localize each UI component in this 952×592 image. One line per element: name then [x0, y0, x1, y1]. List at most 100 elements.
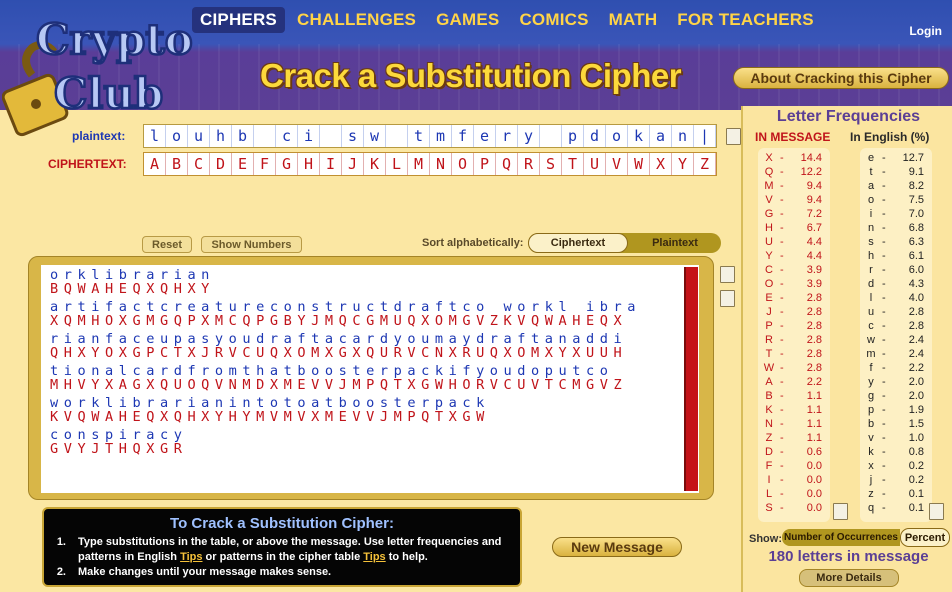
plaintext-cell[interactable]: k [628, 125, 650, 147]
plaintext-cell[interactable]: p [562, 125, 584, 147]
crypto-club-logo[interactable]: Crypto Club [2, 0, 202, 138]
frequency-letter: T [765, 348, 773, 360]
ciphertext-cell: C [188, 153, 210, 175]
frequency-row: V -9.4 [758, 193, 830, 207]
frequency-letter: k [868, 446, 874, 458]
plaintext-cell[interactable]: w [364, 125, 386, 147]
plaintext-cell[interactable]: m [430, 125, 452, 147]
plaintext-cell[interactable] [320, 125, 342, 147]
sort-toggle: Ciphertext Plaintext [528, 233, 721, 253]
nav-item-math[interactable]: MATH [601, 7, 666, 33]
frequency-row: A -2.2 [758, 375, 830, 389]
frequency-letter: B [765, 390, 773, 402]
frequency-row: J -2.8 [758, 305, 830, 319]
plaintext-cell[interactable]: d [584, 125, 606, 147]
frequency-letter: Y [765, 250, 773, 262]
frequency-value: 4.3 [908, 278, 924, 290]
plaintext-cell[interactable]: f [452, 125, 474, 147]
frequency-value: 12.7 [902, 152, 924, 164]
tips-link-cipher-table[interactable]: Tips [363, 551, 385, 563]
tips-link-english[interactable]: Tips [180, 551, 202, 563]
login-link[interactable]: Login [909, 24, 942, 38]
instruction-step-2: 2. Make changes until your message makes… [56, 565, 508, 580]
copy-english-freq-icon[interactable] [929, 503, 944, 520]
plaintext-cell[interactable]: c [276, 125, 298, 147]
nav-item-ciphers[interactable]: CIPHERS [192, 7, 285, 33]
message-scrollbar[interactable] [684, 267, 698, 491]
plaintext-cell[interactable]: | [694, 125, 716, 147]
frequency-letter: D [765, 446, 773, 458]
frequency-letter: O [764, 278, 774, 290]
show-percent-button[interactable]: Percent [900, 528, 950, 547]
frequency-row: D -0.6 [758, 445, 830, 459]
message-area[interactable]: orklibrarian BQWAHEQXQHXY artifactcreature… [41, 265, 699, 493]
frequency-letter: K [765, 404, 773, 416]
nav-item-comics[interactable]: COMICS [511, 7, 596, 33]
instruction-step-1: 1. Type substitutions in the table, or a… [56, 535, 508, 565]
frequency-letter: U [765, 236, 773, 248]
ciphertext-cell: D [210, 153, 232, 175]
frequency-value: 6.7 [806, 222, 822, 234]
plaintext-cell[interactable]: r [496, 125, 518, 147]
print-message-icon[interactable] [720, 290, 735, 307]
frequency-letter: s [868, 236, 874, 248]
plaintext-cell[interactable] [540, 125, 562, 147]
frequency-letter: v [868, 432, 874, 444]
plaintext-cell[interactable]: i [298, 125, 320, 147]
reset-button[interactable]: Reset [142, 236, 192, 253]
about-cracking-button[interactable]: About Cracking this Cipher [733, 67, 949, 89]
nav-item-for-teachers[interactable]: FOR TEACHERS [669, 7, 822, 33]
frequency-value: 7.2 [806, 208, 822, 220]
instructions-panel: To Crack a Substitution Cipher: 1. Type … [42, 507, 522, 587]
new-message-button[interactable]: New Message [552, 537, 682, 557]
frequency-row: o -7.5 [860, 193, 932, 207]
plaintext-cell[interactable] [386, 125, 408, 147]
frequency-row: W -2.8 [758, 361, 830, 375]
frequency-row: O -3.9 [758, 277, 830, 291]
frequency-value: 1.5 [908, 418, 924, 430]
plaintext-cell[interactable]: a [650, 125, 672, 147]
frequency-letter: I [767, 474, 771, 486]
plaintext-cell[interactable]: o [606, 125, 628, 147]
sort-ciphertext-button[interactable]: Ciphertext [528, 233, 628, 253]
frequency-value: 0.8 [908, 446, 924, 458]
frequency-value: 0.1 [908, 502, 924, 514]
sort-plaintext-button[interactable]: Plaintext [631, 233, 719, 253]
plaintext-cell[interactable]: h [210, 125, 232, 147]
frequency-row: d -4.3 [860, 277, 932, 291]
step-text-part: to help. [385, 551, 428, 563]
frequency-letter: L [765, 488, 773, 500]
frequency-value: 2.0 [908, 376, 924, 388]
frequency-letter: C [765, 264, 773, 276]
frequency-row: w -2.4 [860, 333, 932, 347]
frequency-value: 2.8 [806, 320, 822, 332]
frequency-value: 14.4 [800, 152, 822, 164]
plaintext-cell[interactable]: s [342, 125, 364, 147]
show-occurrences-button[interactable]: Number of Occurrences [782, 529, 900, 546]
show-numbers-button[interactable]: Show Numbers [201, 236, 302, 253]
plaintext-cell[interactable]: b [232, 125, 254, 147]
plaintext-cell[interactable]: y [518, 125, 540, 147]
frequency-letter: Z [765, 432, 773, 444]
letter-frequencies-panel: Letter Frequencies IN MESSAGE In English… [741, 106, 952, 592]
plaintext-cell[interactable]: e [474, 125, 496, 147]
step-number: 2. [56, 566, 66, 578]
nav-item-challenges[interactable]: CHALLENGES [289, 7, 424, 33]
copy-key-icon[interactable] [726, 128, 741, 145]
main-nav: CIPHERS CHALLENGES GAMES COMICS MATH FOR TEAC… [192, 6, 822, 34]
plaintext-cell[interactable]: t [408, 125, 430, 147]
frequency-value: 8.2 [908, 180, 924, 192]
frequency-row: Z -1.1 [758, 431, 830, 445]
nav-item-games[interactable]: GAMES [428, 7, 507, 33]
frequency-row: H -6.7 [758, 221, 830, 235]
copy-message-icon[interactable] [720, 266, 735, 283]
more-details-button[interactable]: More Details [799, 569, 899, 587]
plaintext-cell[interactable] [254, 125, 276, 147]
plaintext-cell[interactable]: n [672, 125, 694, 147]
frequency-letter: u [867, 306, 875, 318]
frequency-letter: h [867, 250, 875, 262]
copy-message-freq-icon[interactable] [833, 503, 848, 520]
frequency-value: 0.0 [806, 502, 822, 514]
message-ciphertext-line: BQWAHEQXQHXY [50, 281, 215, 297]
frequency-row: Y -4.4 [758, 249, 830, 263]
